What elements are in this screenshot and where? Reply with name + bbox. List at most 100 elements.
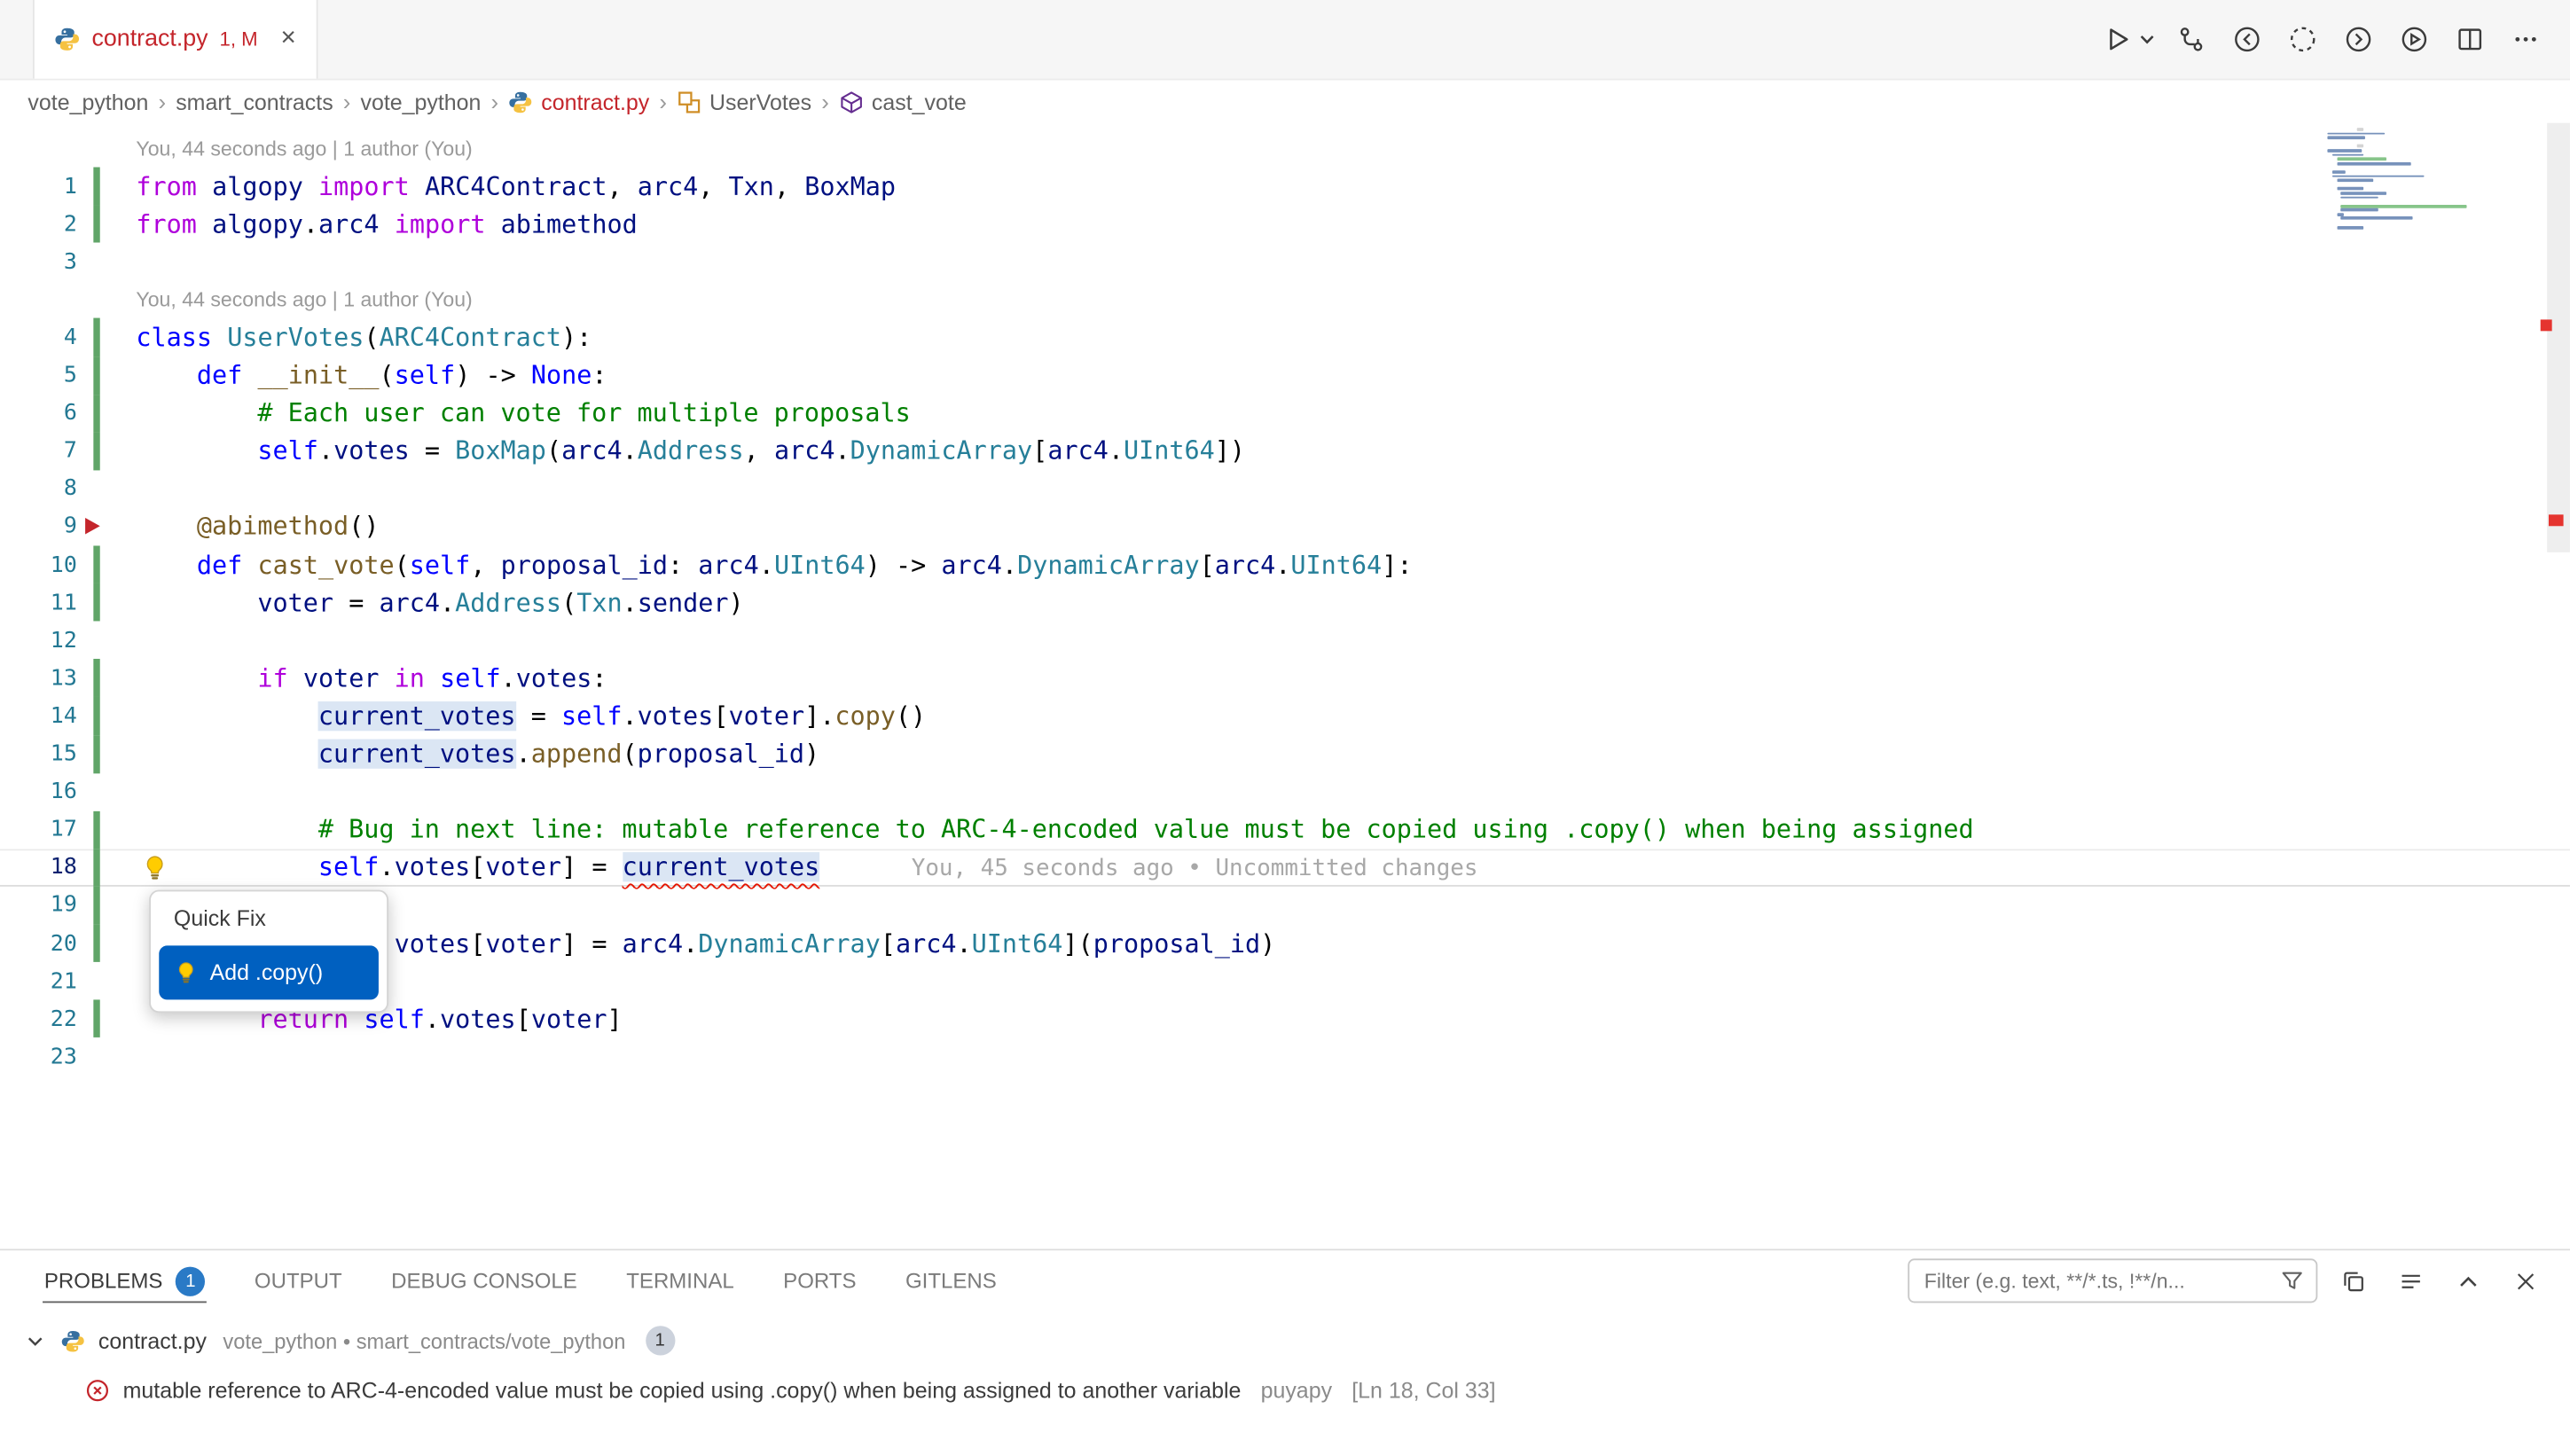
breadcrumb-item-uservotes[interactable]: UserVotes	[677, 90, 811, 114]
maximize-panel-button[interactable]	[2447, 1259, 2489, 1302]
breadcrumb-item-cast-vote[interactable]: cast_vote	[839, 90, 967, 114]
run-python-file-button[interactable]	[2096, 18, 2139, 60]
gutter[interactable]	[77, 697, 137, 735]
filter-input[interactable]	[1924, 1269, 2274, 1292]
code-line-7[interactable]: 7 self.votes = BoxMap(arc4.Address, arc4…	[0, 432, 2570, 470]
code-line-4[interactable]: 4class UserVotes(ARC4Contract):	[0, 318, 2570, 356]
breadcrumb-label: vote_python	[360, 90, 481, 114]
split-editor-button[interactable]	[2449, 18, 2491, 60]
problems-filter[interactable]	[1908, 1258, 2317, 1303]
codelens-row[interactable]: You, 44 seconds ago | 1 author (You)	[0, 129, 2570, 168]
gutter[interactable]	[77, 243, 137, 281]
close-tab-icon[interactable]: ×	[281, 27, 296, 53]
gutter[interactable]	[77, 962, 137, 1000]
problem-location: [Ln 18, Col 33]	[1352, 1377, 1495, 1402]
run-dropdown-button[interactable]	[2135, 18, 2157, 60]
code-line-1[interactable]: 1from algopy import ARC4Contract, arc4, …	[0, 168, 2570, 206]
gutter[interactable]	[77, 1000, 137, 1038]
gutter[interactable]	[77, 168, 137, 206]
gutter[interactable]	[77, 318, 137, 356]
next-change-button[interactable]	[2338, 18, 2380, 60]
breadcrumb-item-vote-python[interactable]: vote_python	[360, 90, 481, 114]
gutter[interactable]	[77, 356, 137, 395]
code-line-16[interactable]: 16	[0, 773, 2570, 811]
gutter[interactable]	[77, 1037, 137, 1076]
toggle-blame-button[interactable]	[2282, 18, 2324, 60]
gutter[interactable]	[77, 773, 137, 811]
gutter[interactable]	[77, 470, 137, 508]
code-line-2[interactable]: 2from algopy.arc4 import abimethod	[0, 205, 2570, 243]
line-number: 14	[0, 703, 77, 730]
gutter[interactable]	[77, 660, 137, 698]
codelens-blame: You, 44 seconds ago | 1 author (You)	[136, 137, 472, 160]
code-line-6[interactable]: 6 # Each user can vote for multiple prop…	[0, 395, 2570, 433]
lightbulb-icon[interactable]	[141, 854, 168, 881]
breadcrumb-item-smart-contracts[interactable]: smart_contracts	[176, 90, 333, 114]
gutter[interactable]	[77, 395, 137, 433]
line-number: 2	[0, 211, 77, 238]
gutter[interactable]	[77, 508, 137, 546]
code-line-17[interactable]: 17 # Bug in next line: mutable reference…	[0, 810, 2570, 849]
code-line-11[interactable]: 11 voter = arc4.Address(Txn.sender)	[0, 583, 2570, 622]
breadcrumb-item-contract-py[interactable]: contract.py	[508, 90, 649, 114]
gutter[interactable]	[77, 281, 137, 319]
previous-change-button[interactable]	[2226, 18, 2268, 60]
tab-contract-py[interactable]: contract.py 1, M ×	[33, 0, 317, 79]
code-line-23[interactable]: 23	[0, 1037, 2570, 1076]
panel-tab-problems[interactable]: PROBLEMS1	[20, 1250, 230, 1311]
code-line-13[interactable]: 13 if voter in self.votes:	[0, 660, 2570, 698]
line-number: 13	[0, 665, 77, 692]
code-editor[interactable]: You, 44 seconds ago | 1 author (You) 1fro…	[0, 123, 2570, 1249]
problem-error-row[interactable]: mutable reference to ARC-4-encoded value…	[0, 1366, 2570, 1414]
panel-tab-debug-console[interactable]: DEBUG CONSOLE	[366, 1250, 601, 1311]
gutter[interactable]	[77, 432, 137, 470]
code-line-5[interactable]: 5 def __init__(self) -> None:	[0, 356, 2570, 395]
open-changes-button[interactable]	[2170, 18, 2213, 60]
code-line-8[interactable]: 8	[0, 470, 2570, 508]
gutter[interactable]	[77, 735, 137, 773]
code-line-3[interactable]: 3	[0, 243, 2570, 281]
gutter[interactable]	[77, 849, 137, 887]
code-line-9[interactable]: 9 @abimethod()	[0, 508, 2570, 546]
chevron-down-icon[interactable]	[23, 1328, 48, 1353]
python-icon	[508, 90, 533, 114]
code-line-14[interactable]: 14 current_votes = self.votes[voter].cop…	[0, 697, 2570, 735]
breadcrumb-separator-icon: ›	[821, 89, 829, 115]
gutter[interactable]	[77, 583, 137, 622]
panel-tab-ports[interactable]: PORTS	[758, 1250, 881, 1311]
git-added-bar	[93, 168, 99, 206]
breadcrumb-item-vote-python[interactable]: vote_python	[27, 90, 148, 114]
gutter[interactable]	[77, 205, 137, 243]
run-or-debug-button[interactable]	[2393, 18, 2435, 60]
code-line-12[interactable]: 12	[0, 622, 2570, 660]
problems-file-row[interactable]: contract.py vote_python • smart_contract…	[0, 1316, 2570, 1365]
gutter[interactable]	[77, 622, 137, 660]
close-panel-button[interactable]	[2504, 1259, 2547, 1302]
gutter[interactable]	[77, 887, 137, 925]
collapse-all-button[interactable]	[2332, 1259, 2375, 1302]
quick-fix-action-add-copy[interactable]: Add .copy()	[159, 945, 379, 999]
editor-scrollbar[interactable]	[2547, 123, 2570, 552]
panel-tab-output[interactable]: OUTPUT	[230, 1250, 366, 1311]
breadcrumb-label: cast_vote	[872, 90, 967, 114]
codelens-row[interactable]: You, 44 seconds ago | 1 author (You)	[0, 281, 2570, 319]
gutter[interactable]	[77, 810, 137, 849]
python-icon	[54, 27, 81, 53]
minimap[interactable]	[2327, 128, 2478, 234]
line-number: 15	[0, 740, 77, 767]
code-text: if voter in self.votes:	[136, 663, 607, 693]
line-number: 9	[0, 513, 77, 540]
gutter[interactable]	[77, 546, 137, 584]
gutter[interactable]	[77, 129, 137, 168]
code-line-10[interactable]: 10 def cast_vote(self, proposal_id: arc4…	[0, 546, 2570, 584]
gutter[interactable]	[77, 924, 137, 962]
panel-tab-terminal[interactable]: TERMINAL	[602, 1250, 759, 1311]
panel-tab-gitlens[interactable]: GITLENS	[881, 1250, 1021, 1311]
code-text: @abimethod()	[136, 513, 379, 542]
code-line-18[interactable]: 18 self.votes[voter] = current_votesYou,…	[0, 849, 2570, 887]
more-actions-button[interactable]	[2504, 18, 2547, 60]
breadcrumb: vote_python›smart_contracts›vote_python›…	[0, 81, 2570, 123]
code-line-15[interactable]: 15 current_votes.append(proposal_id)	[0, 735, 2570, 773]
view-as-table-button[interactable]	[2390, 1259, 2433, 1302]
git-added-bar	[93, 697, 99, 735]
